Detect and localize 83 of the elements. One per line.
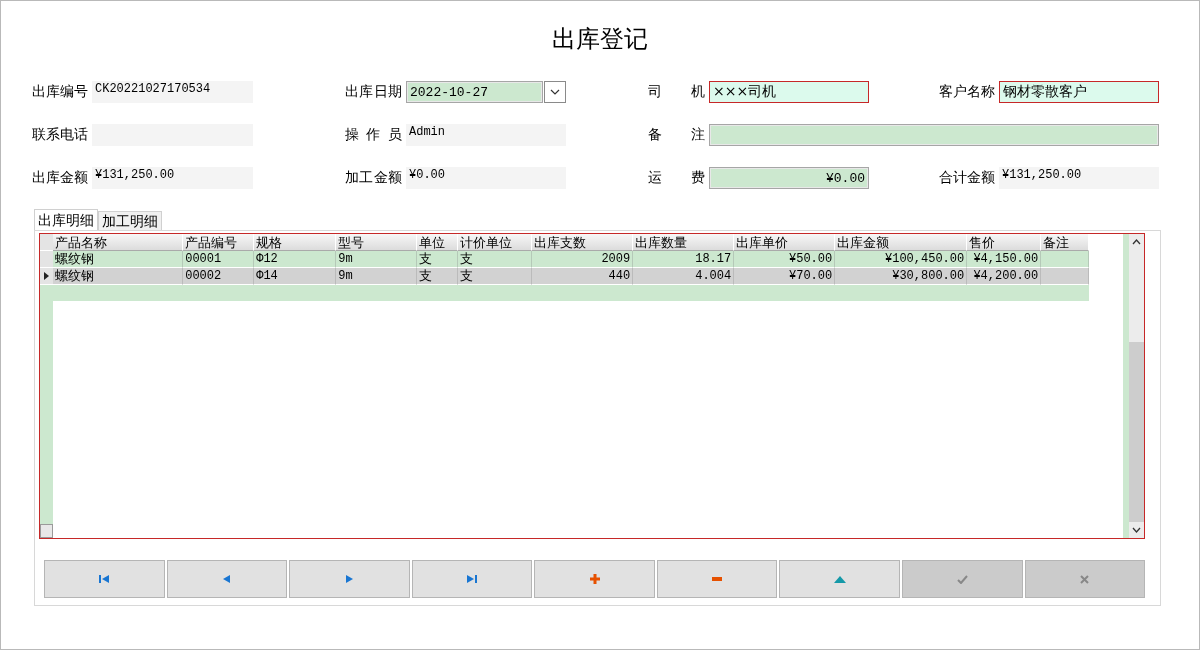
- input-field[interactable]: ¥0.00: [709, 167, 869, 189]
- table-cell: 2009: [532, 251, 634, 268]
- last-record-icon: [465, 574, 478, 584]
- scroll-up-icon[interactable]: [1131, 239, 1141, 245]
- readonly-field[interactable]: ¥0.00: [406, 167, 566, 189]
- last-button[interactable]: [411, 560, 533, 598]
- table-cell: ¥50.00: [734, 251, 836, 268]
- input-field[interactable]: [709, 124, 1159, 146]
- column-header[interactable]: 备注: [1041, 234, 1090, 251]
- table-cell: 9m: [336, 251, 418, 268]
- table-cell: ¥70.00: [734, 268, 836, 285]
- readonly-field[interactable]: CK20221027170534: [92, 81, 253, 103]
- table-cell: Φ14: [254, 268, 337, 285]
- table-cell: 18.17: [633, 251, 735, 268]
- window-title: 出库登记: [551, 24, 649, 55]
- table-cell: 支: [458, 251, 533, 268]
- field-label: 联系电话: [32, 126, 89, 144]
- field-label: 加工金额: [345, 169, 403, 187]
- up-triangle-icon: [833, 575, 846, 583]
- table-cell: 00001: [183, 251, 255, 268]
- table-cell: ¥4,200.00: [967, 268, 1042, 285]
- tab[interactable]: 出库明细: [34, 209, 98, 230]
- up-button[interactable]: [779, 560, 900, 598]
- column-header[interactable]: 产品编号: [183, 234, 255, 251]
- input-field[interactable]: ×××司机: [709, 81, 869, 103]
- table-cell: 9m: [336, 268, 418, 285]
- table-cell: ¥30,800.00: [835, 268, 968, 285]
- previous-icon: [222, 574, 232, 584]
- column-header[interactable]: 单位: [417, 234, 459, 251]
- table-cell: [1041, 251, 1090, 268]
- table-cell: [1041, 268, 1090, 285]
- column-header[interactable]: 型号: [336, 234, 418, 251]
- scroll-down-icon[interactable]: [1131, 527, 1141, 533]
- table-cell: 螺纹钢: [53, 251, 184, 268]
- tab[interactable]: 加工明细: [98, 211, 162, 230]
- table-cell: 螺纹钢: [53, 268, 184, 285]
- field-label: 运 费: [648, 169, 706, 187]
- column-header[interactable]: 出库数量: [633, 234, 735, 251]
- input-field[interactable]: 钢材零散客户: [999, 81, 1159, 103]
- field-label: 客户名称: [939, 83, 996, 101]
- readonly-field[interactable]: Admin: [406, 124, 566, 146]
- column-header[interactable]: 售价: [967, 234, 1042, 251]
- table-cell: ¥100,450.00: [835, 251, 968, 268]
- field-label: 司 机: [648, 83, 706, 101]
- scroll-handle[interactable]: [40, 524, 54, 538]
- table-cell: 4.004: [633, 268, 735, 285]
- first-record-icon: [98, 574, 111, 584]
- field-label: 出库金额: [32, 169, 89, 187]
- readonly-field[interactable]: ¥131,250.00: [92, 167, 253, 189]
- field-label: 合计金额: [939, 169, 996, 187]
- table-cell: 440: [532, 268, 634, 285]
- date-field[interactable]: 2022-10-27: [406, 81, 544, 103]
- table-cell: 00002: [183, 268, 255, 285]
- first-button[interactable]: [44, 560, 165, 598]
- table-cell: 支: [458, 268, 533, 285]
- check-icon: [956, 574, 968, 584]
- current-row-icon: [44, 272, 50, 280]
- column-header[interactable]: 出库单价: [734, 234, 836, 251]
- chevron-down-icon: [550, 89, 561, 95]
- table-cell: Φ12: [254, 251, 337, 268]
- minus-icon: [712, 577, 723, 581]
- table-cell: ¥4,150.00: [967, 251, 1042, 268]
- plus-icon: [589, 574, 600, 584]
- column-header[interactable]: 出库金额: [835, 234, 968, 251]
- column-header[interactable]: 规格: [254, 234, 337, 251]
- field-label: 操 作 员: [345, 126, 403, 144]
- readonly-field[interactable]: ¥131,250.00: [999, 167, 1159, 189]
- next-button[interactable]: [289, 560, 410, 598]
- close-icon: [1080, 574, 1090, 584]
- table-cell: 支: [417, 268, 459, 285]
- remove-button[interactable]: [656, 560, 778, 598]
- column-header[interactable]: 出库支数: [532, 234, 634, 251]
- column-header[interactable]: 产品名称: [53, 234, 184, 251]
- dropdown-button[interactable]: [544, 81, 566, 103]
- row-header[interactable]: [40, 268, 54, 285]
- add-button[interactable]: [534, 560, 655, 598]
- next-icon: [344, 574, 354, 584]
- field-label: 出库编号: [32, 83, 89, 101]
- field-label: 备 注: [648, 126, 706, 144]
- field-label: 出库日期: [345, 83, 403, 101]
- column-header[interactable]: 计价单位: [458, 234, 533, 251]
- prev-button[interactable]: [166, 560, 288, 598]
- table-cell: 支: [417, 251, 459, 268]
